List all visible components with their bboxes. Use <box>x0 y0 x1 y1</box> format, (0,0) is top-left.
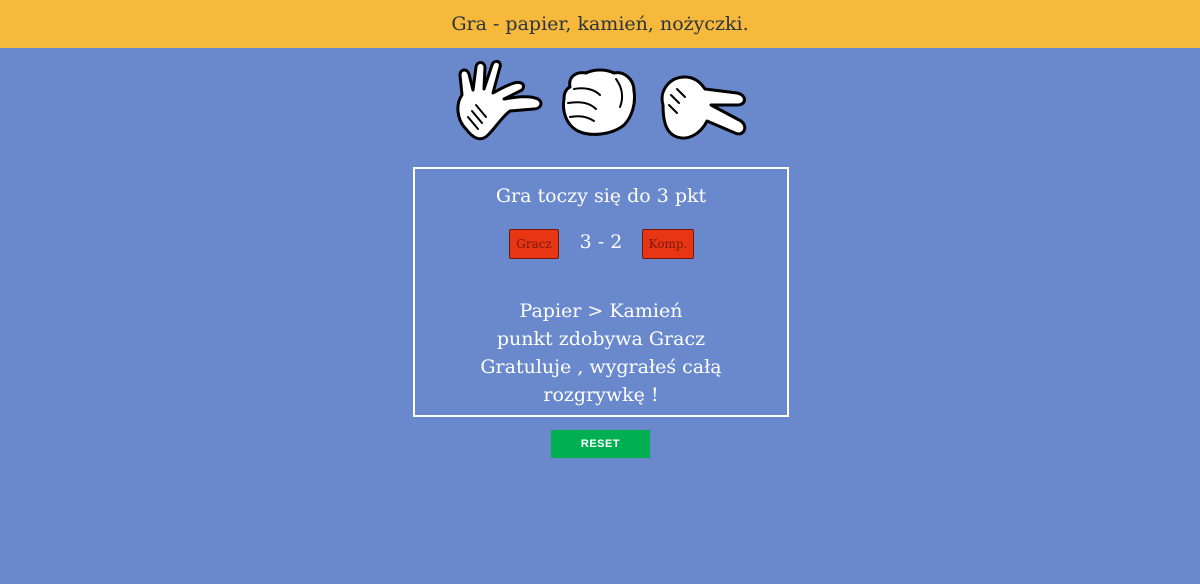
paper-hand-icon <box>456 59 543 141</box>
result-message-line: Papier > Kamień <box>519 300 683 322</box>
rock-button[interactable] <box>560 67 638 139</box>
page-title: Gra - papier, kamień, nożyczki. <box>451 13 749 35</box>
player-score-label: Gracz <box>509 229 559 259</box>
scissors-button[interactable] <box>657 71 749 145</box>
score-row: Gracz 3 - 2 Komp. <box>415 229 787 261</box>
score-display: 3 - 2 <box>579 231 623 253</box>
choice-hands <box>0 57 1200 147</box>
result-message-line: Gratuluje , wygrałeś całą <box>480 356 722 378</box>
result-messages: Papier > Kamień punkt zdobywa Gracz Grat… <box>415 297 787 409</box>
paper-button[interactable] <box>452 57 544 145</box>
result-message-line: rozgrywkę ! <box>543 384 659 406</box>
rock-fist-icon <box>562 68 636 136</box>
game-rule-text: Gra toczy się do 3 pkt <box>495 185 707 207</box>
game-panel: Gra toczy się do 3 pkt Gracz 3 - 2 Komp.… <box>413 167 789 417</box>
header-bar: Gra - papier, kamień, nożyczki. <box>0 0 1200 48</box>
reset-button[interactable]: RESET <box>551 430 650 458</box>
result-message-line: punkt zdobywa Gracz <box>496 328 706 350</box>
computer-score-label: Komp. <box>642 229 694 259</box>
scissors-hand-icon <box>660 75 747 140</box>
